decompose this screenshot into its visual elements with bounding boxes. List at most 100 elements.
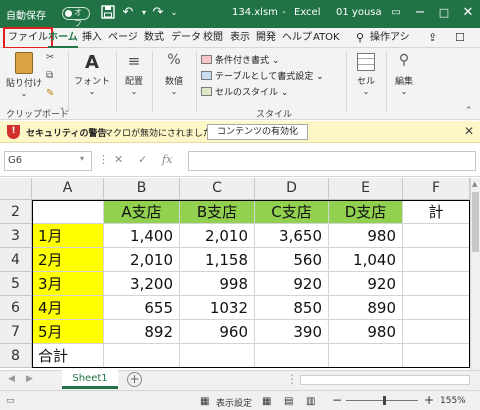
cell-e7[interactable]: 980 [329, 320, 403, 344]
cell-f4[interactable] [403, 248, 470, 272]
maximize-icon[interactable]: □ [436, 5, 452, 21]
cell-f6[interactable] [403, 296, 470, 320]
customize-qat-icon[interactable]: ⌄ [166, 5, 182, 21]
format-as-table-button[interactable]: テーブルとして書式設定 ⌄ [201, 69, 324, 82]
cell-b3[interactable]: 1,400 [104, 224, 180, 248]
cell-d2[interactable]: C支店 [255, 200, 329, 224]
alignment-button[interactable]: ≡ 配置 ⌄ [118, 50, 150, 96]
cell-a3[interactable]: 1月 [32, 224, 104, 248]
cell-a7[interactable]: 5月 [32, 320, 104, 344]
cells-button[interactable]: セル ⌄ [352, 50, 380, 96]
cell-b2[interactable]: A支店 [104, 200, 180, 224]
editing-button[interactable]: ⚲ 編集 ⌄ [390, 50, 418, 96]
cell-e8[interactable] [329, 344, 403, 368]
ribbon-display-icon[interactable]: ▭ [388, 5, 404, 21]
save-icon[interactable] [100, 5, 116, 21]
prev-sheet-icon[interactable]: ◀ [8, 374, 15, 384]
cell-c3[interactable]: 2,010 [180, 224, 255, 248]
cell-b6[interactable]: 655 [104, 296, 180, 320]
cell-c8[interactable] [180, 344, 255, 368]
close-icon[interactable]: ✕ [464, 124, 474, 138]
font-button[interactable]: A フォント ⌄ [72, 50, 112, 96]
cell-a8[interactable]: 合計 [32, 344, 104, 368]
column-header-b[interactable]: B [104, 178, 180, 200]
zoom-in-button[interactable]: + [424, 393, 434, 407]
tab-page-layout[interactable]: ページ [108, 28, 138, 48]
close-icon[interactable]: ✕ [460, 5, 476, 21]
comment-icon[interactable]: ☐ [455, 28, 465, 48]
zoom-slider-knob[interactable] [383, 396, 386, 405]
zoom-slider-track[interactable] [346, 400, 418, 401]
column-header-c[interactable]: C [180, 178, 255, 200]
cell-e6[interactable]: 890 [329, 296, 403, 320]
cell-f7[interactable] [403, 320, 470, 344]
row-header-5[interactable]: 5 [0, 272, 32, 296]
cell-a2[interactable] [32, 200, 104, 224]
tab-atok[interactable]: ATOK [313, 28, 340, 48]
normal-view-icon[interactable]: ▦ [262, 396, 271, 407]
page-layout-view-icon[interactable]: ▤ [284, 396, 293, 407]
cell-f8[interactable] [403, 344, 470, 368]
cell-f3[interactable] [403, 224, 470, 248]
row-header-3[interactable]: 3 [0, 224, 32, 248]
cell-b4[interactable]: 2,010 [104, 248, 180, 272]
scroll-thumb[interactable] [472, 192, 479, 252]
conditional-format-button[interactable]: 条件付き書式 ⌄ [201, 53, 279, 66]
cell-c7[interactable]: 960 [180, 320, 255, 344]
column-header-e[interactable]: E [329, 178, 403, 200]
paste-button[interactable]: 貼り付け ⌄ [4, 50, 44, 98]
minimize-icon[interactable]: − [412, 5, 428, 21]
sheet-tab-sheet1[interactable]: Sheet1 [62, 370, 118, 389]
cell-d5[interactable]: 920 [255, 272, 329, 296]
cell-e4[interactable]: 1,040 [329, 248, 403, 272]
cell-styles-button[interactable]: セルのスタイル ⌄ [201, 85, 288, 98]
column-header-a[interactable]: A [32, 178, 104, 200]
row-header-2[interactable]: 2 [0, 200, 32, 224]
tab-help[interactable]: ヘルプ [282, 28, 312, 48]
row-header-6[interactable]: 6 [0, 296, 32, 320]
cell-b7[interactable]: 892 [104, 320, 180, 344]
number-button[interactable]: % 数値 ⌄ [156, 50, 192, 96]
cell-d3[interactable]: 3,650 [255, 224, 329, 248]
tab-home[interactable]: ホーム [48, 28, 78, 48]
cell-e3[interactable]: 980 [329, 224, 403, 248]
tab-developer[interactable]: 開発 [256, 28, 276, 48]
row-header-8[interactable]: 8 [0, 344, 32, 368]
tab-view[interactable]: 表示 [230, 28, 250, 48]
collapse-ribbon-icon[interactable]: ⌃ [465, 106, 473, 116]
cell-d4[interactable]: 560 [255, 248, 329, 272]
share-icon[interactable]: ⇪ [428, 28, 437, 48]
tab-split-handle-icon[interactable]: ⋮ [286, 372, 298, 386]
cell-f5[interactable] [403, 272, 470, 296]
column-header-d[interactable]: D [255, 178, 329, 200]
cut-icon[interactable]: ✂ [46, 52, 54, 63]
cell-e5[interactable]: 920 [329, 272, 403, 296]
namebox-dropdown-icon[interactable]: ▾ [80, 154, 84, 163]
formula-input[interactable] [188, 151, 476, 171]
search-icon[interactable]: ⚲ [356, 28, 364, 48]
cell-e2[interactable]: D支店 [329, 200, 403, 224]
cell-b5[interactable]: 3,200 [104, 272, 180, 296]
next-sheet-icon[interactable]: ▶ [26, 374, 33, 384]
format-painter-icon[interactable]: ✎ [46, 88, 54, 99]
clipboard-launcher-icon[interactable]: ⌝ [60, 107, 64, 116]
page-break-view-icon[interactable]: ▥ [306, 396, 315, 407]
user-name[interactable]: 01 yousa [336, 7, 382, 18]
cell-c5[interactable]: 998 [180, 272, 255, 296]
display-settings-label[interactable]: 表示設定 [216, 396, 252, 409]
row-header-4[interactable]: 4 [0, 248, 32, 272]
add-sheet-icon[interactable]: + [127, 372, 142, 387]
cell-c2[interactable]: B支店 [180, 200, 255, 224]
redo-icon[interactable]: ↷ [150, 5, 166, 21]
cell-d8[interactable] [255, 344, 329, 368]
tab-review[interactable]: 校閲 [203, 28, 223, 48]
copy-icon[interactable]: ⧉ [46, 70, 53, 81]
enable-content-button[interactable]: コンテンツの有効化 [207, 124, 309, 140]
zoom-out-button[interactable]: − [332, 393, 342, 407]
tab-file[interactable]: ファイル [3, 27, 53, 49]
vertical-scrollbar[interactable]: ▲ [470, 178, 480, 370]
zoom-level[interactable]: 155% [440, 396, 466, 406]
insert-function-icon[interactable]: fx [162, 153, 172, 166]
cell-d7[interactable]: 390 [255, 320, 329, 344]
name-box[interactable]: G6 [4, 151, 92, 171]
